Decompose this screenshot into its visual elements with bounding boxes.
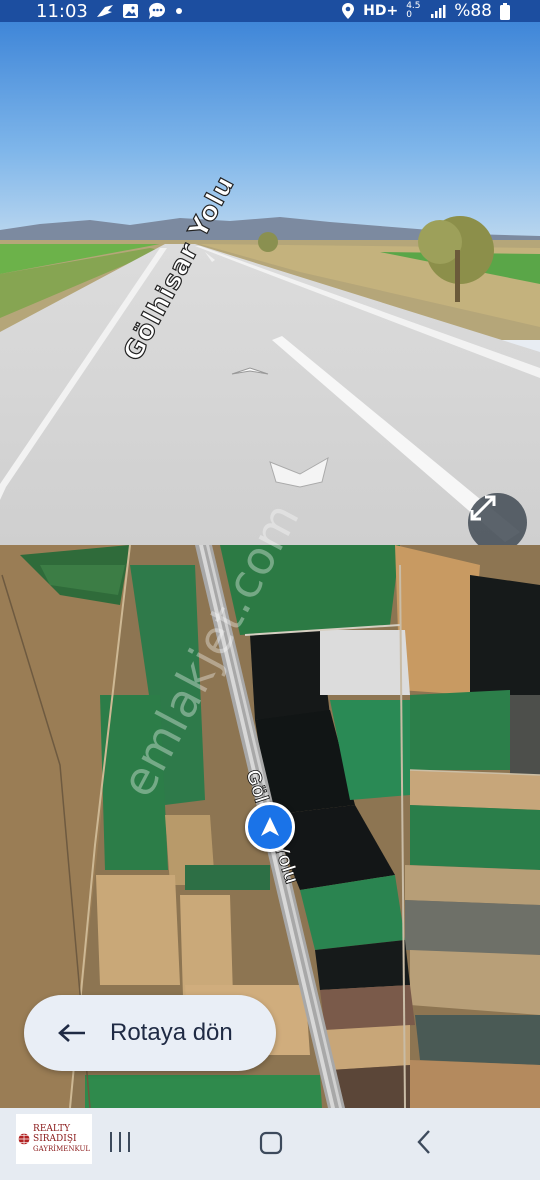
expand-button[interactable] [468,493,527,545]
home-button[interactable] [256,1128,286,1158]
arrow-left-icon [58,1024,85,1042]
street-view-image [0,22,540,545]
back-icon [417,1130,430,1154]
location-marker [245,802,295,852]
logo-line-2: SIRADIŞI [33,1134,77,1144]
street-view-panel[interactable]: Gölhisar Yolu [0,22,540,545]
home-icon [259,1131,283,1155]
chat-icon [147,2,167,20]
back-button[interactable] [410,1128,438,1156]
expand-arrows-icon [470,495,496,521]
gallery-icon [122,3,139,19]
reroute-label: Rotaya dön [110,1019,233,1046]
status-left: 11:03 [36,1,183,22]
location-icon [341,2,355,20]
reroute-button[interactable]: Rotaya dön [24,995,276,1071]
recents-button[interactable] [106,1128,134,1156]
realty-logo: REALTY SIRADIŞI GAYRİMENKUL [16,1114,92,1164]
bird-notification-icon [96,3,114,19]
network-speed: 4.50 [406,1,421,20]
battery-icon [500,2,510,20]
signal-icon [430,4,446,19]
status-right: HD+ 4.50 %88 [341,1,510,21]
network-label: HD+ [363,3,399,19]
status-bar: 11:03 HD+ 4.50 %88 [0,0,540,22]
navigation-arrow-icon [261,817,279,836]
logo-line-3: GAYRİMENKUL [33,1145,90,1153]
clock: 11:03 [36,0,88,22]
battery-percent: %88 [454,1,492,21]
recents-icon [110,1132,130,1152]
dot-icon [175,7,183,15]
logo-line-1: REALTY [33,1124,71,1134]
globe-logo-icon [18,1133,30,1145]
